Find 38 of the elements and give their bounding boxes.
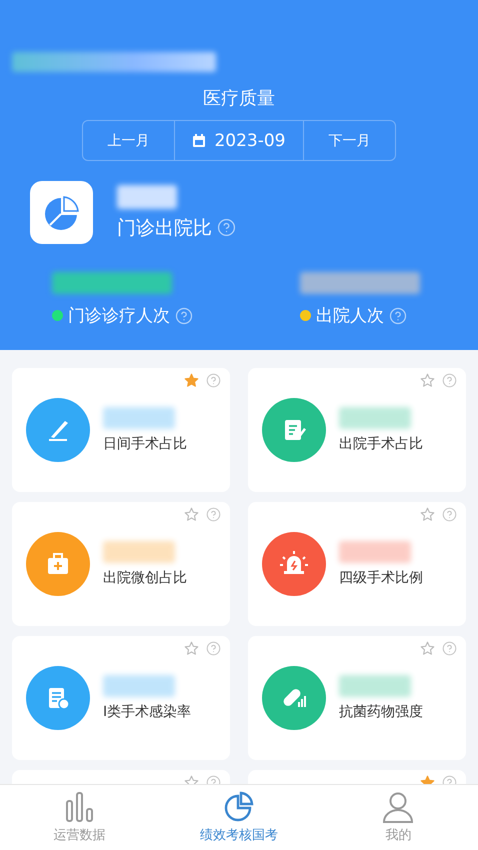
stat-label: 出院人次	[316, 305, 384, 327]
card-title: Ⅰ类手术感染率	[103, 703, 192, 721]
star-icon[interactable]	[184, 641, 199, 656]
star-icon[interactable]	[420, 641, 435, 656]
card-title: 出院手术占比	[339, 435, 423, 453]
tab-bar-item[interactable]: 绩效考核国考	[159, 785, 319, 850]
metric-card[interactable]: 出院微创占比	[12, 502, 230, 626]
help-icon[interactable]	[206, 373, 221, 388]
blurred-value	[103, 407, 175, 429]
metric-card[interactable]: 四级手术比例	[248, 502, 466, 626]
metric-card[interactable]: 抗菌药物强度	[248, 636, 466, 760]
star-icon[interactable]	[420, 373, 435, 388]
page-title: 医疗质量	[202, 87, 276, 110]
card-title: 日间手术占比	[103, 435, 187, 453]
metric-card[interactable]: 日间手术占比	[12, 368, 230, 492]
calendar-icon	[192, 134, 206, 148]
help-icon[interactable]	[206, 641, 221, 656]
stat-label: 门诊诊疗人次	[68, 305, 170, 327]
star-icon[interactable]	[184, 373, 199, 388]
blurred-value	[339, 407, 411, 429]
star-icon[interactable]	[420, 507, 435, 522]
card-title: 四级手术比例	[339, 569, 423, 587]
card-title: 抗菌药物强度	[339, 703, 423, 721]
star-icon[interactable]	[184, 507, 199, 522]
help-icon[interactable]	[206, 507, 221, 522]
metric-label: 门诊出院比	[117, 216, 212, 240]
help-icon[interactable]	[442, 507, 457, 522]
metric-card[interactable]: 出院手术占比	[248, 368, 466, 492]
blurred-value	[117, 184, 177, 208]
metric-card[interactable]: Ⅰ类手术感染率	[12, 636, 230, 760]
help-icon[interactable]	[442, 373, 457, 388]
card-title: 出院微创占比	[103, 569, 187, 587]
blurred-value	[103, 675, 175, 697]
help-icon[interactable]	[442, 641, 457, 656]
blurred-value	[339, 541, 411, 563]
blurred-value	[103, 541, 175, 563]
blurred-value	[339, 675, 411, 697]
person-icon	[381, 791, 416, 823]
